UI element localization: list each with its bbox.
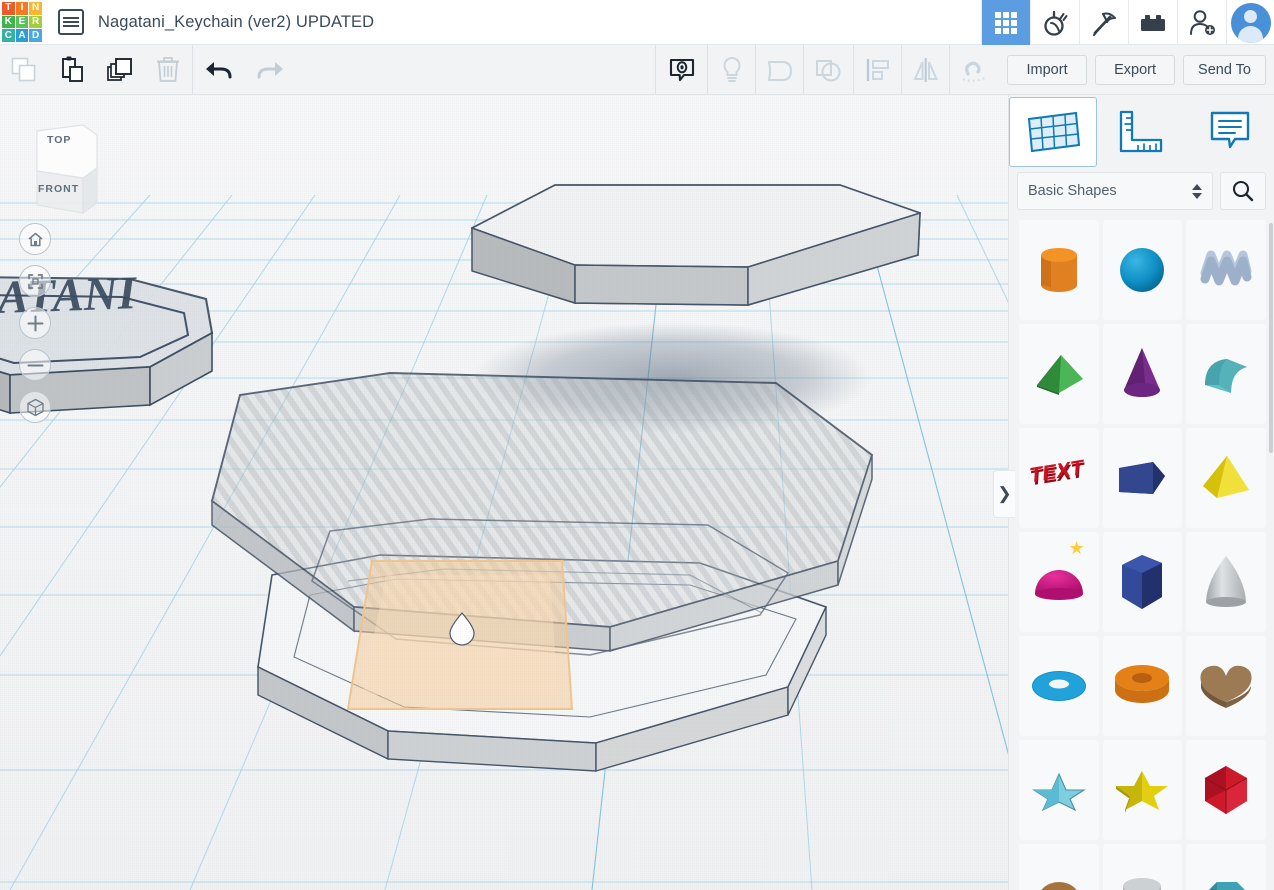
avatar[interactable] (1226, 0, 1274, 45)
codeblocks-pickaxe-icon[interactable] (1079, 0, 1128, 45)
page-title: Nagatani_Keychain (ver2) UPDATED (98, 13, 374, 32)
shape-paraboloid[interactable] (1186, 532, 1266, 632)
edit-toolbar: Import Export Send To (0, 45, 1274, 95)
shape-pyramid[interactable] (1186, 428, 1266, 528)
ruler-icon (1116, 109, 1166, 155)
zoom-out-icon[interactable] (19, 349, 51, 381)
mirror-icon[interactable] (901, 45, 949, 95)
zoom-in-icon[interactable] (19, 307, 51, 339)
shape-tube[interactable] (1103, 636, 1183, 736)
shape-hexprism[interactable] (1103, 532, 1183, 632)
shape-star-flat[interactable] (1019, 740, 1099, 840)
logo-letter-t: T (2, 2, 15, 15)
star-badge-icon: ★ (1069, 539, 1085, 557)
view-cube-front-label: FRONT (38, 183, 79, 195)
shape-torus[interactable] (1019, 636, 1099, 736)
svg-text:TEXT: TEXT (1029, 458, 1084, 488)
shape-box-wedge[interactable] (1103, 428, 1183, 528)
delete-trash-icon[interactable] (144, 45, 192, 95)
workplane-highlight[interactable] (348, 561, 572, 709)
shape-polygon[interactable] (1186, 740, 1266, 840)
hole-shape-icon[interactable] (803, 45, 851, 95)
shapes-panel: Basic Shapes (1008, 95, 1274, 890)
tab-ruler[interactable] (1097, 95, 1185, 168)
shape-cylinder[interactable] (1019, 220, 1099, 320)
logo-letter-r: R (29, 16, 42, 29)
duplicate-icon[interactable] (96, 45, 144, 95)
shape-text[interactable]: TEXT TEXT (1019, 428, 1099, 528)
shape-cone[interactable] (1103, 324, 1183, 424)
tab-shapes[interactable] (1009, 95, 1097, 168)
view-cube[interactable]: TOP FRONT (25, 113, 105, 223)
panel-scrollbar[interactable] (1269, 223, 1273, 453)
undo-arrow-icon[interactable] (192, 45, 244, 95)
panel-controls: Basic Shapes (1009, 168, 1274, 220)
import-button[interactable]: Import (1007, 55, 1087, 85)
search-icon (1231, 179, 1255, 203)
collapse-panel-button[interactable]: ❯ (993, 470, 1015, 518)
list-icon[interactable] (58, 9, 84, 35)
shape-category-value: Basic Shapes (1028, 183, 1117, 199)
avatar-image (1231, 3, 1271, 43)
tab-notes[interactable] (1186, 95, 1274, 168)
redo-arrow-icon[interactable] (244, 45, 296, 95)
shapes-grid-icon (1024, 109, 1082, 155)
view-cube-top-label: TOP (47, 134, 71, 146)
send-to-button[interactable]: Send To (1183, 55, 1266, 85)
lightbulb-icon[interactable] (707, 45, 755, 95)
file-actions: Import Export Send To (1007, 45, 1266, 95)
view-cube-glyph (25, 113, 105, 223)
perspective-toggle-icon[interactable] (19, 391, 51, 423)
logo-letter-a: A (16, 29, 29, 42)
tinkercad-app: T I N K E R C A D Nagatani_Keychain (ver… (0, 0, 1274, 890)
paste-icon[interactable] (48, 45, 96, 95)
home-view-icon[interactable] (19, 223, 51, 255)
shape-cylinder2[interactable] (1103, 844, 1183, 890)
shape-category-select[interactable]: Basic Shapes (1017, 172, 1213, 210)
logo-letter-k: K (2, 16, 15, 29)
add-person-icon[interactable] (1177, 0, 1226, 45)
workplane-grid: ATANI (0, 95, 1008, 890)
logo-letter-d: D (29, 29, 42, 42)
shape-scribble[interactable] (1186, 220, 1266, 320)
shape-sphere[interactable] (1103, 220, 1183, 320)
shape-dome[interactable]: ★ (1019, 532, 1099, 632)
tinkercad-logo[interactable]: T I N K E R C A D (0, 0, 44, 44)
apps-grid-icon[interactable] (981, 0, 1030, 45)
fit-to-view-icon[interactable] (19, 265, 51, 297)
shape-heart[interactable] (1186, 636, 1266, 736)
logo-letter-n: N (29, 2, 42, 15)
copy-icon[interactable] (0, 45, 48, 95)
3d-viewport[interactable]: ATANI (0, 95, 1008, 890)
search-button[interactable] (1220, 172, 1266, 210)
logo-letter-c: C (2, 29, 15, 42)
shape-wedge[interactable] (1019, 324, 1099, 424)
top-bar: T I N K E R C A D Nagatani_Keychain (ver… (0, 0, 1274, 45)
bricks-icon[interactable] (1128, 0, 1177, 45)
panel-tabs (1009, 95, 1274, 168)
logo-letter-e: E (16, 16, 29, 29)
export-button[interactable]: Export (1095, 55, 1175, 85)
magnet-icon[interactable] (949, 45, 997, 95)
notes-icon (1209, 109, 1251, 155)
shape-roof[interactable] (1186, 324, 1266, 424)
align-icon[interactable] (853, 45, 901, 95)
grid9-glyph (995, 12, 1017, 34)
solid-shape-icon[interactable] (755, 45, 803, 95)
shape-library-grid[interactable]: TEXT TEXT (1009, 220, 1274, 890)
top-bar-actions (981, 0, 1274, 45)
shape-gem[interactable] (1186, 844, 1266, 890)
circuits-icon[interactable] (1030, 0, 1079, 45)
shape-star-3d[interactable] (1103, 740, 1183, 840)
chevron-updown-icon (1192, 184, 1202, 199)
note-comment-icon[interactable] (655, 45, 707, 95)
logo-letter-i: I (16, 2, 29, 15)
shape-rounded[interactable] (1019, 844, 1099, 890)
